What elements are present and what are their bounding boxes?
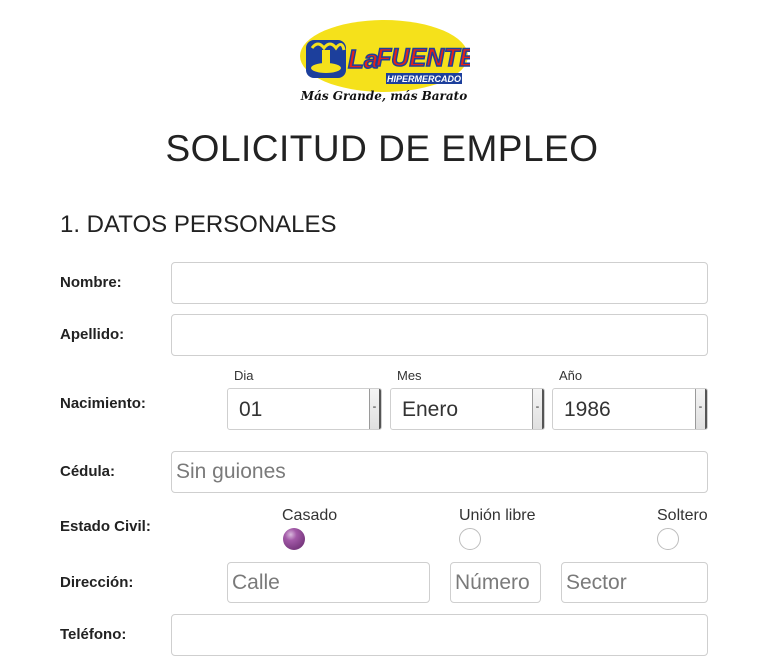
section-title: 1. DATOS PERSONALES: [60, 211, 337, 238]
casado-label: Casado: [282, 507, 338, 524]
soltero-radio[interactable]: [657, 528, 679, 550]
union-libre-radio[interactable]: [459, 528, 481, 550]
sector-placeholder: Sector: [566, 570, 627, 594]
anio-value: 1986: [564, 398, 611, 421]
nombre-input[interactable]: [171, 262, 708, 304]
direccion-label: Dirección:: [60, 574, 134, 591]
mes-value: Enero: [402, 398, 459, 421]
brand-slogan: Más Grande, más Barato: [300, 89, 467, 103]
calle-input[interactable]: Calle: [227, 562, 430, 603]
casado-radio[interactable]: [283, 528, 305, 550]
numero-placeholder: Número: [455, 570, 530, 594]
brand-subtitle: HIPERMERCADO: [387, 74, 461, 84]
numero-input[interactable]: Número: [450, 562, 541, 603]
dia-label: Dia: [234, 368, 254, 383]
cedula-label: Cédula:: [60, 463, 116, 480]
dia-value: 01: [239, 398, 263, 421]
dia-spinner[interactable]: -: [369, 389, 381, 429]
nacimiento-label: Nacimiento:: [60, 395, 146, 412]
fountain-icon: [306, 40, 346, 78]
cedula-placeholder: Sin guiones: [176, 460, 286, 483]
calle-placeholder: Calle: [232, 570, 280, 594]
estado-civil-label: Estado Civil:: [60, 518, 151, 535]
la-fuente-logo: La FUENTE HIPERMERCADO Más Grande, más B…: [298, 18, 470, 104]
cedula-input[interactable]: Sin guiones: [171, 451, 708, 493]
union-libre-label: Unión libre: [459, 507, 536, 524]
apellido-input[interactable]: [171, 314, 708, 356]
anio-spinner[interactable]: -: [695, 389, 707, 429]
mes-spinner[interactable]: -: [532, 389, 544, 429]
nombre-label: Nombre:: [60, 274, 122, 291]
anio-label: Año: [559, 368, 583, 383]
anio-select[interactable]: 1986 -: [552, 388, 708, 430]
sector-input[interactable]: Sector: [561, 562, 708, 603]
telefono-label: Teléfono:: [60, 626, 127, 643]
telefono-input[interactable]: [171, 614, 708, 656]
brand-name: FUENTE: [376, 44, 470, 72]
mes-select[interactable]: Enero -: [390, 388, 545, 430]
apellido-label: Apellido:: [60, 326, 125, 343]
dia-select[interactable]: 01 -: [227, 388, 382, 430]
soltero-label: Soltero: [657, 507, 708, 524]
page-title: SOLICITUD DE EMPLEO: [165, 128, 599, 169]
mes-label: Mes: [397, 368, 422, 383]
brand-prefix: La: [348, 44, 378, 74]
